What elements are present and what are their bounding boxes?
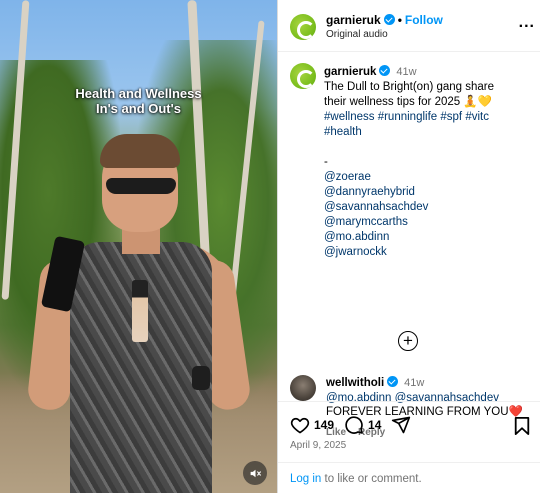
video-overlay-title: Health and Wellness In's and Out's [0,86,277,116]
sunglasses [106,178,176,194]
overlay-line-2: In's and Out's [96,101,181,116]
separator-dot: • [397,13,402,27]
load-more-comments-button[interactable]: + [398,331,418,351]
comments-count[interactable]: 14 [368,418,381,432]
caption-text: The Dull to Bright(on) gang share their … [324,80,529,260]
caption-timestamp[interactable]: 41w [396,66,416,78]
comment-timestamp[interactable]: 41w [404,377,424,389]
mute-toggle-button[interactable] [243,461,267,485]
commenter-avatar[interactable] [290,375,316,401]
login-link[interactable]: Log in [290,473,321,485]
post-header: garnieruk • Follow Original audio ... [278,0,540,52]
bookmark-icon [514,417,530,435]
caption-avatar[interactable] [290,63,316,89]
verified-badge-icon [383,14,395,25]
mention-link[interactable]: @zoerae [324,170,529,185]
caption-username[interactable]: garnieruk [324,66,376,78]
mention-link[interactable]: @savannahsachdev [324,200,529,215]
garnier-avatar[interactable] [290,14,316,40]
heart-icon[interactable] [290,415,310,435]
post-media-video[interactable]: Health and Wellness In's and Out's [0,0,277,493]
mention-link[interactable]: @jwarnockk [324,245,529,260]
save-button[interactable] [513,416,531,441]
original-audio-link[interactable]: Original audio [326,29,388,40]
login-prompt: Log in to like or comment. [278,462,540,493]
share-icon[interactable] [391,415,411,435]
plus-circle-icon: + [403,331,413,350]
hashtag-link[interactable]: #wellness [324,111,375,123]
mention-link[interactable]: @marymccarths [324,215,529,230]
verified-badge-icon [387,376,399,387]
verified-badge-icon [379,65,391,76]
login-prompt-text: to like or comment. [321,473,422,485]
hashtag-link[interactable]: #spf [440,111,462,123]
mention-link[interactable]: @mo.abdinn [324,230,529,245]
overlay-line-1: Health and Wellness [75,86,202,101]
mention-link[interactable]: @dannyraehybrid [324,185,529,200]
comment-icon[interactable] [344,415,364,435]
caption-separator: - [324,156,328,168]
wrist-watch [192,366,210,390]
likes-count[interactable]: 149 [314,418,334,432]
more-options-icon[interactable]: ... [519,15,535,31]
sunscreen-tube [132,280,148,342]
comments-scroll-area[interactable]: garnieruk 41w The Dull to Bright(on) gang… [278,53,540,438]
caption-line-2: their wellness tips for 2025 [324,96,461,108]
person-figure [26,130,253,493]
post-detail-panel: garnieruk • Follow Original audio ... garn… [277,0,540,493]
header-username[interactable]: garnieruk [326,13,381,27]
speaker-muted-icon [250,469,261,477]
follow-button[interactable]: Follow [405,13,443,27]
post-footer: 149 14 April 9, 2025 Log in to like or c… [278,401,540,493]
comment-username[interactable]: wellwitholi [326,377,384,389]
hashtag-link[interactable]: #vitc [465,111,489,123]
hashtag-link[interactable]: #health [324,126,362,138]
hashtag-link[interactable]: #runninglife [378,111,437,123]
caption-line-1: The Dull to Bright(on) gang share [324,81,495,93]
post-date[interactable]: April 9, 2025 [290,440,346,451]
caption-emojis: 🧘💛 [463,96,492,108]
post-action-row: 149 14 [290,414,411,436]
